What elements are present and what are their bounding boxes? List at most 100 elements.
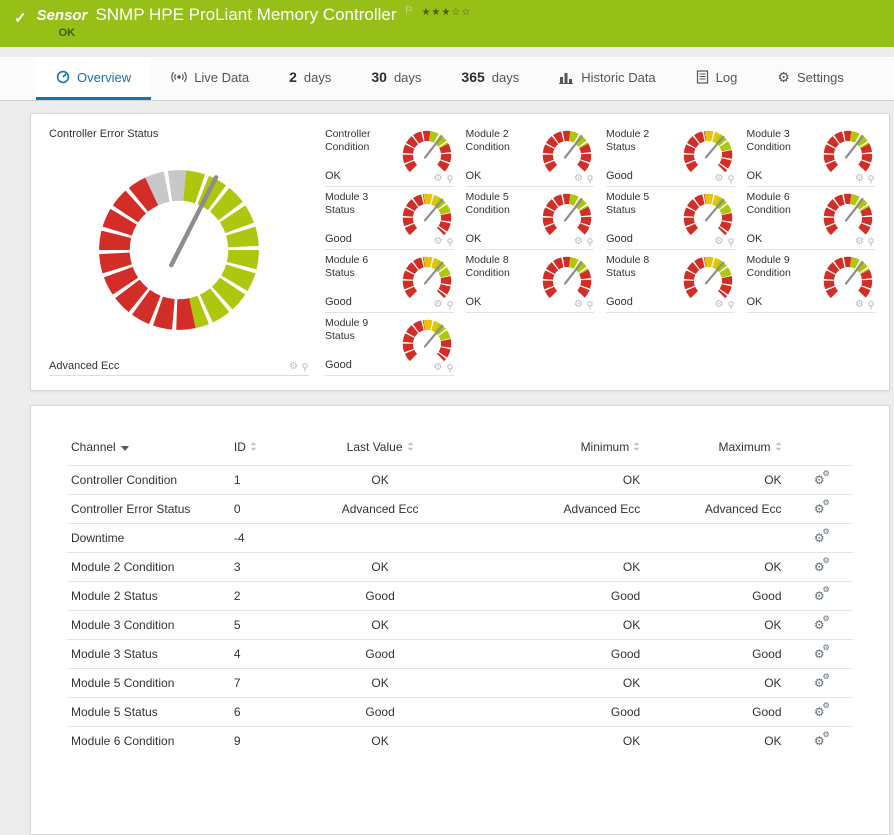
channel-settings-icon[interactable]: ⚙ ⚙ [814, 498, 830, 515]
gear-icon[interactable]: ⚙ [434, 237, 443, 247]
cell-maximum: OK [764, 675, 782, 690]
gear-icon[interactable]: ⚙ [855, 237, 864, 247]
channel-settings-icon[interactable]: ⚙ ⚙ [814, 585, 830, 602]
table-row: Module 5 Status 6 Good Good Good ⚙ ⚙ [67, 697, 853, 726]
channel-settings-icon[interactable]: ⚙ ⚙ [814, 643, 830, 660]
table-row: Downtime -4 ⚙ ⚙ [67, 523, 853, 552]
tab-historic-data[interactable]: Historic Data [539, 57, 675, 100]
pin-icon[interactable] [446, 300, 454, 310]
cell-minimum [470, 523, 644, 552]
channel-table-body: Controller Condition 1 OK OK OK ⚙ ⚙ Contr… [67, 465, 853, 755]
cell-minimum: OK [622, 559, 641, 574]
gear-icon[interactable]: ⚙ [434, 174, 443, 184]
tab-log[interactable]: Log [676, 57, 758, 100]
gear-icon[interactable]: ⚙ [715, 174, 724, 184]
cell-minimum: OK [622, 472, 641, 487]
channel-settings-icon[interactable]: ⚙ ⚙ [814, 730, 830, 747]
channel-settings-icon[interactable]: ⚙ ⚙ [814, 469, 830, 486]
column-header-last-value[interactable]: Last Value [290, 434, 470, 465]
pin-icon[interactable] [446, 363, 454, 373]
cell-maximum: OK [764, 559, 782, 574]
pin-icon[interactable] [727, 300, 735, 310]
gear-icon[interactable]: ⚙ [434, 300, 443, 310]
star-rating[interactable]: ★★★☆☆ [421, 7, 471, 18]
pin-icon[interactable] [586, 300, 594, 310]
gauge-tile: Module 5 Status Good ⚙ [606, 191, 735, 250]
pin-icon[interactable] [867, 237, 875, 247]
pin-icon[interactable] [867, 174, 875, 184]
channel-settings-icon[interactable]: ⚙ ⚙ [814, 672, 830, 689]
table-row: Module 5 Condition 7 OK OK OK ⚙ ⚙ [67, 668, 853, 697]
gauge-value: OK [465, 233, 482, 245]
pin-icon[interactable] [586, 174, 594, 184]
channel-settings-icon[interactable]: ⚙ ⚙ [814, 527, 830, 544]
gear-icon[interactable]: ⚙ [715, 237, 724, 247]
main-gauge-value: Advanced Ecc [49, 360, 120, 372]
pin-icon[interactable] [727, 237, 735, 247]
column-label: Maximum [718, 440, 771, 454]
pin-icon[interactable] [727, 174, 735, 184]
column-header-id[interactable]: ID [230, 434, 290, 465]
tab-number: 365 [461, 69, 485, 85]
gear-icon[interactable]: ⚙ [715, 300, 724, 310]
gear-icon: ⚙ [822, 613, 830, 623]
tab-30-days[interactable]: 30 days [351, 57, 441, 100]
cell-channel: Module 5 Status [71, 704, 158, 719]
column-header-maximum[interactable]: Maximum [644, 434, 785, 465]
tab-label: Historic Data [581, 69, 656, 85]
header-main: Sensor SNMP HPE ProLiant Memory Controll… [37, 5, 472, 39]
gauge-tile: Module 2 Status Good ⚙ [606, 128, 735, 187]
cell-maximum: OK [764, 472, 782, 487]
pin-icon[interactable] [586, 237, 594, 247]
gear-icon[interactable]: ⚙ [289, 362, 298, 372]
column-header-actions [786, 434, 853, 465]
gauge-value: OK [465, 170, 482, 182]
sort-desc-icon [120, 445, 129, 451]
main-gauge-label: Controller Error Status [49, 128, 159, 140]
pin-icon[interactable] [446, 237, 454, 247]
tab-overview[interactable]: Overview [36, 57, 152, 100]
gauge-tile: Module 8 Condition OK ⚙ [465, 254, 594, 313]
tab-settings[interactable]: ⚙ Settings [757, 57, 864, 100]
gauge-value: Good [325, 359, 352, 371]
gear-icon[interactable]: ⚙ [434, 363, 443, 373]
tab-number: 30 [371, 69, 387, 85]
tab-bar: Overview Live Data 2 days 30 days 365 da… [0, 57, 894, 101]
cell-last-value [290, 523, 470, 552]
channel-settings-icon[interactable]: ⚙ ⚙ [814, 556, 830, 573]
cell-id: 2 [233, 588, 241, 603]
cell-last-value: Good [365, 646, 395, 661]
pin-icon[interactable] [301, 362, 309, 372]
column-header-channel[interactable]: Channel [67, 434, 230, 465]
gauge-value: OK [746, 296, 763, 308]
gauge-value: OK [465, 296, 482, 308]
channel-settings-icon[interactable]: ⚙ ⚙ [814, 614, 830, 631]
tab-2-days[interactable]: 2 days [269, 57, 351, 100]
table-header-row: Channel ID Last Value Minimum Maximum [67, 434, 853, 465]
column-label: Channel [71, 440, 116, 455]
cell-minimum: OK [622, 617, 641, 632]
main-gauge-section: Controller Error Status Advanced Ecc ⚙ [45, 126, 313, 378]
gear-icon[interactable]: ⚙ [574, 237, 583, 247]
flag-icon[interactable]: ⚐ [405, 5, 414, 16]
cell-maximum: OK [764, 733, 782, 748]
gear-icon: ⚙ [822, 468, 830, 478]
gauge-tile: Module 8 Status Good ⚙ [606, 254, 735, 313]
gauge-value: OK [746, 233, 763, 245]
gear-icon[interactable]: ⚙ [855, 174, 864, 184]
cell-channel: Module 3 Condition [71, 617, 175, 632]
column-header-minimum[interactable]: Minimum [470, 434, 644, 465]
pin-icon[interactable] [446, 174, 454, 184]
sort-icon [775, 441, 782, 455]
channel-settings-icon[interactable]: ⚙ ⚙ [814, 701, 830, 718]
tab-live-data[interactable]: Live Data [151, 57, 269, 100]
gear-icon[interactable]: ⚙ [855, 300, 864, 310]
gear-icon[interactable]: ⚙ [574, 300, 583, 310]
pin-icon[interactable] [867, 300, 875, 310]
gauge-tile: Module 2 Condition OK ⚙ [465, 128, 594, 187]
tab-365-days[interactable]: 365 days [441, 57, 539, 100]
cell-channel: Downtime [71, 530, 125, 545]
channel-table: Channel ID Last Value Minimum Maximum Co… [67, 434, 853, 755]
gear-icon: ⚙ [822, 497, 830, 507]
gear-icon[interactable]: ⚙ [574, 174, 583, 184]
